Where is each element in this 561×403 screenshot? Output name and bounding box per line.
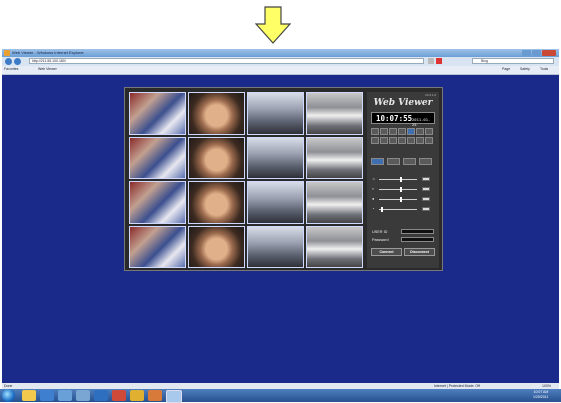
- tray-clock[interactable]: 10:07 AM 1/25/2011: [533, 390, 548, 400]
- user-id-input[interactable]: [401, 229, 434, 234]
- slider-handle[interactable]: [400, 187, 402, 192]
- folder-icon[interactable]: [22, 390, 36, 401]
- camera-tile[interactable]: [306, 136, 363, 179]
- color-slider[interactable]: [379, 199, 417, 200]
- version-label: V2.0.1.0: [424, 93, 436, 97]
- channel-button[interactable]: [398, 128, 406, 135]
- channel-button[interactable]: [371, 137, 379, 144]
- camera-tile[interactable]: [188, 225, 245, 268]
- minimize-button[interactable]: [522, 50, 531, 56]
- channel-button[interactable]: [407, 137, 415, 144]
- slider-value: [422, 207, 430, 211]
- app-icon[interactable]: [94, 390, 108, 401]
- title-bar: Web Viewer - Windows Internet Explorer: [2, 49, 559, 57]
- forward-button[interactable]: [14, 58, 21, 65]
- channel-button[interactable]: [425, 137, 433, 144]
- app-icon[interactable]: [130, 390, 144, 401]
- channel-button[interactable]: [371, 128, 379, 135]
- window-title: Web Viewer - Windows Internet Explorer: [12, 50, 84, 55]
- camera-tile[interactable]: [188, 136, 245, 179]
- channel-button[interactable]: [416, 128, 424, 135]
- search-input[interactable]: Bing: [472, 58, 554, 64]
- channel-button[interactable]: [416, 137, 424, 144]
- page-content: V2.0.1.0 Web Viewer 10:07:55 2011-01-25: [2, 75, 559, 383]
- volume-slider[interactable]: [379, 209, 417, 210]
- channel-button[interactable]: [389, 128, 397, 135]
- brightness-icon: ☼: [372, 176, 376, 181]
- camera-tile[interactable]: [129, 136, 186, 179]
- tray-date: 1/25/2011: [533, 395, 549, 399]
- channel-button[interactable]: [380, 128, 388, 135]
- slider-value: [422, 197, 430, 201]
- camera-tile[interactable]: [247, 225, 304, 268]
- disconnect-button[interactable]: Disconnect: [404, 248, 435, 256]
- explorer-icon[interactable]: [58, 390, 72, 401]
- favorites-button[interactable]: Favorites: [4, 67, 18, 71]
- layout-button[interactable]: [403, 158, 416, 165]
- password-input[interactable]: [401, 237, 434, 242]
- web-viewer-panel: V2.0.1.0 Web Viewer 10:07:55 2011-01-25: [124, 87, 443, 271]
- stop-icon[interactable]: [436, 58, 442, 64]
- camera-tile[interactable]: [188, 181, 245, 224]
- channel-button[interactable]: [389, 137, 397, 144]
- slider-value: [422, 177, 430, 181]
- app-icon[interactable]: [148, 390, 162, 401]
- channel-button[interactable]: [407, 128, 415, 135]
- brand-logo: Web Viewer: [373, 98, 433, 108]
- camera-tile[interactable]: [188, 92, 245, 135]
- camera-grid: [129, 92, 363, 268]
- slider-handle[interactable]: [400, 197, 402, 202]
- tools-menu[interactable]: Tools: [540, 67, 548, 71]
- camera-tile[interactable]: [306, 181, 363, 224]
- layout-button[interactable]: [371, 158, 384, 165]
- control-panel: V2.0.1.0 Web Viewer 10:07:55 2011-01-25: [367, 92, 439, 268]
- channel-button[interactable]: [398, 137, 406, 144]
- slider-value: [422, 187, 430, 191]
- clock-display: 10:07:55 2011-01-25: [371, 112, 435, 127]
- channel-button[interactable]: [425, 128, 433, 135]
- camera-tile[interactable]: [129, 225, 186, 268]
- active-window-icon[interactable]: [166, 390, 182, 403]
- refresh-icon[interactable]: [428, 58, 434, 64]
- user-id-label: USER ID: [372, 230, 388, 234]
- down-arrow-icon: [255, 6, 291, 44]
- camera-tile[interactable]: [129, 181, 186, 224]
- camera-tile[interactable]: [306, 92, 363, 135]
- page-menu[interactable]: Page: [502, 67, 510, 71]
- app-icon[interactable]: [112, 390, 126, 401]
- password-label: Password: [372, 238, 389, 242]
- slider-handle[interactable]: [400, 177, 402, 182]
- slider-handle[interactable]: [381, 207, 383, 212]
- camera-tile[interactable]: [247, 181, 304, 224]
- contrast-slider[interactable]: [379, 189, 417, 190]
- app-icon[interactable]: [76, 390, 90, 401]
- ie-logo-icon: [4, 50, 10, 56]
- taskbar: 10:07 AM 1/25/2011: [0, 389, 561, 403]
- back-button[interactable]: [5, 58, 12, 65]
- clock-time: 10:07:55: [376, 114, 413, 123]
- ie-icon[interactable]: [40, 390, 54, 401]
- favorites-bar: Favorites Web Viewer Page Safety Tools: [2, 66, 559, 75]
- brightness-slider[interactable]: [379, 179, 417, 180]
- clock-date: 2011-01-25: [412, 116, 431, 127]
- camera-tile[interactable]: [247, 92, 304, 135]
- camera-tile[interactable]: [306, 225, 363, 268]
- connect-button[interactable]: Connect: [371, 248, 402, 256]
- maximize-button[interactable]: [532, 50, 541, 56]
- address-bar-row: http://211.55.100.180/ Bing: [2, 57, 559, 66]
- camera-tile[interactable]: [129, 92, 186, 135]
- channel-button[interactable]: [380, 137, 388, 144]
- volume-icon: ◔: [372, 206, 375, 211]
- start-button[interactable]: [2, 389, 15, 402]
- safety-menu[interactable]: Safety: [520, 67, 530, 71]
- close-button[interactable]: [542, 50, 556, 56]
- layout-button[interactable]: [387, 158, 400, 165]
- contrast-icon: ◐: [372, 186, 375, 191]
- color-icon: ●: [372, 196, 375, 201]
- address-input[interactable]: http://211.55.100.180/: [29, 58, 424, 64]
- camera-tile[interactable]: [247, 136, 304, 179]
- layout-button[interactable]: [419, 158, 432, 165]
- browser-window: Web Viewer - Windows Internet Explorer h…: [2, 49, 559, 389]
- tab-web-viewer[interactable]: Web Viewer: [38, 67, 57, 71]
